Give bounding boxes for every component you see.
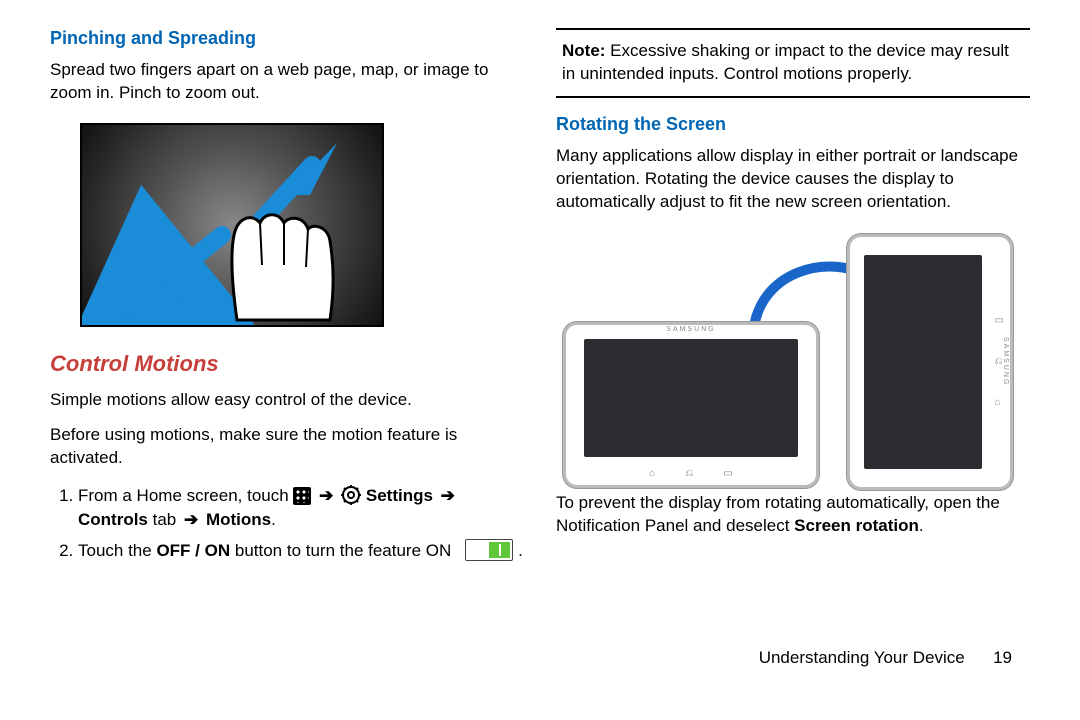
step1-pre: From a Home screen, touch xyxy=(78,486,293,505)
step2-mid: button to turn the feature xyxy=(235,541,426,560)
step-2: Touch the OFF / ON button to turn the fe… xyxy=(78,539,524,564)
off-on-label: OFF / ON xyxy=(156,541,230,560)
tablet-screen xyxy=(584,339,798,457)
heading-pinching: Pinching and Spreading xyxy=(50,28,524,49)
pinch-spread-illustration xyxy=(80,123,384,327)
on-word: ON xyxy=(426,541,452,560)
heading-rotating: Rotating the Screen xyxy=(556,114,1030,135)
tablet-screen xyxy=(864,255,982,469)
heading-control-motions: Control Motions xyxy=(50,351,524,377)
tablet-nav-icons: ⌂⎌▭ xyxy=(566,468,816,479)
para-prevent-rotation: To prevent the display from rotating aut… xyxy=(556,492,1030,538)
toggle-on-icon xyxy=(465,539,513,561)
tablet-portrait: SAMSUNG ▭⎌⌂ xyxy=(847,234,1013,490)
motions-label: Motions xyxy=(206,510,271,529)
settings-label: Settings xyxy=(366,486,433,505)
left-column: Pinching and Spreading Spread two finger… xyxy=(50,24,524,630)
note-label: Note: xyxy=(562,41,605,60)
para-pinching: Spread two fingers apart on a web page, … xyxy=(50,59,524,105)
tablet-nav-icons: ▭⎌⌂ xyxy=(995,237,1004,487)
para-motions-1: Simple motions allow easy control of the… xyxy=(50,389,524,412)
p2-post: . xyxy=(919,516,924,535)
note-box: Note: Excessive shaking or impact to the… xyxy=(556,28,1030,98)
arrow-icon: ➔ xyxy=(441,486,455,505)
tab-word: tab xyxy=(148,510,181,529)
settings-gear-icon xyxy=(341,485,361,505)
p2-pre: To prevent the display from rotating aut… xyxy=(556,493,1000,535)
steps-list: From a Home screen, touch ➔ Settings ➔ C… xyxy=(50,484,524,570)
arrow-icon: ➔ xyxy=(319,486,333,505)
para-rotating: Many applications allow display in eithe… xyxy=(556,145,1030,214)
right-column: Note: Excessive shaking or impact to the… xyxy=(556,24,1030,630)
footer-chapter: Understanding Your Device xyxy=(759,648,965,667)
footer-page-number: 19 xyxy=(993,648,1012,667)
arrow-icon: ➔ xyxy=(184,510,198,529)
page: Pinching and Spreading Spread two finger… xyxy=(0,0,1080,640)
tablet-landscape: SAMSUNG ⌂⎌▭ xyxy=(563,322,819,488)
step-1: From a Home screen, touch ➔ Settings ➔ C… xyxy=(78,484,524,533)
controls-label: Controls xyxy=(78,510,148,529)
screen-rotation-label: Screen rotation xyxy=(794,516,919,535)
rotation-illustration: SAMSUNG ⌂⎌▭ SAMSUNG ▭⎌⌂ xyxy=(563,234,1023,474)
page-footer: Understanding Your Device 19 xyxy=(0,640,1080,668)
pinch-illustration-svg xyxy=(82,125,382,325)
step2-pre: Touch the xyxy=(78,541,156,560)
note-body: Excessive shaking or impact to the devic… xyxy=(562,41,1009,83)
apps-grid-icon xyxy=(293,487,311,505)
brand-label: SAMSUNG xyxy=(566,326,816,333)
para-motions-2: Before using motions, make sure the moti… xyxy=(50,424,524,470)
